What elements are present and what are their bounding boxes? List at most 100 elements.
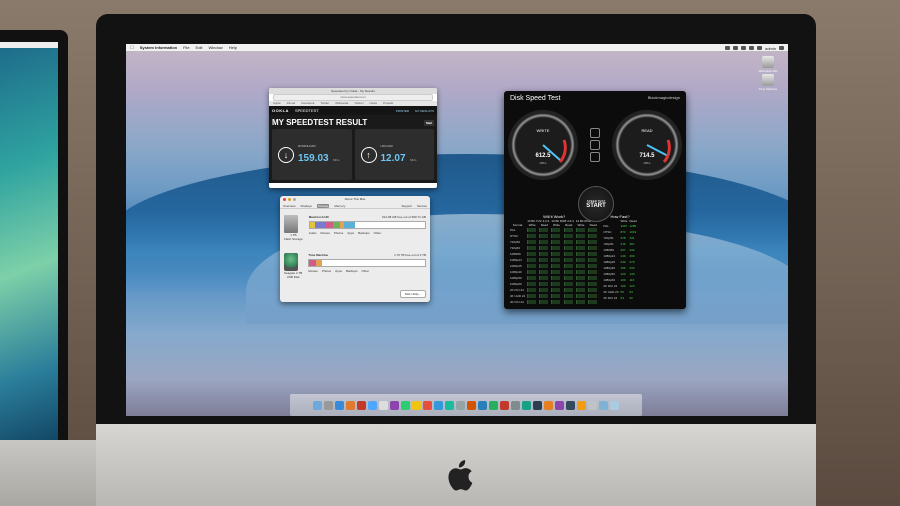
user-menu[interactable]: admin (765, 46, 776, 51)
check-icon (563, 234, 573, 238)
window-title: About This Mac (344, 197, 366, 201)
format-cell: 4K DCI 24 (510, 300, 524, 304)
disk-name: Macintosh HD (308, 215, 329, 219)
ookla-logo[interactable]: OOKLA (272, 108, 289, 113)
tab-displays[interactable]: Displays (301, 204, 312, 208)
dock-app-icon[interactable] (423, 400, 432, 410)
dock-app-icon[interactable] (544, 400, 553, 410)
status-icon[interactable] (725, 45, 731, 50)
desktop-icon-macintosh-hd[interactable]: Macintosh HD (758, 56, 778, 73)
dock-app-icon[interactable] (522, 400, 531, 410)
dock-app-icon[interactable] (335, 400, 344, 410)
dock-app-icon[interactable] (555, 400, 564, 410)
legend-item: Photos (333, 231, 344, 235)
check-icon (551, 282, 561, 286)
nav-link-printer[interactable]: PRINTER (396, 109, 409, 113)
disk-utility-button[interactable]: Disk Utility... (399, 290, 426, 298)
bookmark-item[interactable]: Apple (273, 101, 281, 106)
write-label: WRITE (536, 128, 550, 133)
check-icon (575, 228, 585, 232)
bookmark-item[interactable]: Facebook (301, 101, 314, 106)
volume-icon[interactable] (757, 45, 763, 50)
menu-item-file[interactable]: File (183, 45, 189, 50)
check-cell (538, 299, 550, 305)
dock-app-icon[interactable] (610, 400, 619, 410)
legend-item: Movies (320, 231, 330, 235)
dock-app-icon[interactable] (434, 400, 443, 410)
dock-app-icon[interactable] (500, 400, 509, 410)
tab-storage[interactable]: Storage (316, 203, 330, 208)
dock-app-icon[interactable] (489, 400, 498, 410)
dock-app-icon[interactable] (379, 400, 388, 410)
nav-link-my-results[interactable]: MY RESULTS (415, 109, 434, 113)
tab-memory[interactable]: Memory (334, 204, 345, 208)
speedtest-brand[interactable]: SPEEDTEST (295, 108, 319, 113)
result-headline: MY SPEEDTEST RESULT Mail (269, 115, 437, 129)
check-icon (563, 270, 573, 274)
dock-app-icon[interactable] (456, 400, 465, 410)
bookmark-item[interactable]: Popular (383, 101, 393, 106)
disk-free: 612.98 GB free out of 999.71 GB (382, 215, 426, 219)
start-button[interactable]: SPEED TEST START (578, 186, 614, 222)
menu-item-window[interactable]: Window (208, 45, 222, 50)
tab-overview[interactable]: Overview (283, 204, 296, 208)
bookmark-item[interactable]: Twitter (320, 101, 329, 106)
dock-app-icon[interactable] (533, 400, 542, 410)
status-icon[interactable] (733, 45, 739, 50)
dock-app-icon[interactable] (324, 400, 333, 410)
dock-app-icon[interactable] (346, 400, 355, 410)
write-gauge: WRITE 612.5 MB/s (508, 110, 578, 180)
tab-service[interactable]: Service (417, 204, 427, 208)
desktop-icon-time-machine[interactable]: Time Machine (758, 74, 778, 91)
url-field[interactable]: www.speedtest.net (273, 94, 433, 101)
menu-app-name[interactable]: System Information (140, 45, 177, 50)
menu-item-help[interactable]: Help (229, 45, 237, 50)
dock-app-icon[interactable] (511, 400, 520, 410)
bookmark-item[interactable]: Wikipedia (335, 101, 348, 106)
dock-app-icon[interactable] (390, 400, 399, 410)
dock-app-icon[interactable] (445, 400, 454, 410)
storage-segment (324, 222, 333, 228)
menu-bar:  System Information File Edit Window He… (126, 44, 788, 52)
disk-free: 1.76 TB free out of 2 TB (394, 253, 426, 257)
info-icon[interactable] (590, 152, 600, 162)
dock-app-icon[interactable] (313, 400, 322, 410)
dock-app-icon[interactable] (412, 400, 421, 410)
dock-app-icon[interactable] (577, 400, 586, 410)
check-icon (588, 228, 598, 232)
secondary-menubar (0, 42, 58, 48)
mail-button[interactable]: Mail (424, 119, 434, 126)
apple-menu-icon[interactable]:  (130, 45, 134, 51)
dock-app-icon[interactable] (478, 400, 487, 410)
read-label: READ (641, 128, 653, 133)
drive-select-icon[interactable] (590, 128, 600, 138)
dock-app-icon[interactable] (368, 400, 377, 410)
speedtest-browser-window: Speedtest by Ookla - My Results www.spee… (269, 88, 437, 188)
dock-app-icon[interactable] (357, 400, 366, 410)
table-header: Read (629, 219, 637, 223)
hard-drive-icon (284, 215, 298, 233)
dock-app-icon[interactable] (467, 400, 476, 410)
will-it-work-panel: Will it Work? 10 Bit YUV 4:2:2 10 Bit RGB… (509, 214, 599, 305)
check-icon (588, 276, 598, 280)
status-icon[interactable] (741, 45, 747, 50)
read-unit: MB/s (643, 161, 651, 165)
bookmark-item[interactable]: iCloud (287, 101, 296, 106)
check-icon (575, 270, 585, 274)
bookmark-item[interactable]: Yahoo! (354, 101, 363, 106)
wifi-icon[interactable] (749, 45, 755, 50)
storage-legend: Audio Movies Photos Apps Backups Other (309, 231, 426, 235)
tab-support[interactable]: Support (401, 204, 412, 208)
dock-app-icon[interactable] (401, 400, 410, 410)
bookmark-item[interactable]: News (370, 101, 378, 106)
storage-segment (316, 260, 323, 266)
settings-icon[interactable] (590, 140, 600, 150)
disk-header: Macintosh HD 612.98 GB free out of 999.7… (309, 215, 426, 219)
menu-item-edit[interactable]: Edit (196, 45, 203, 50)
check-icon (588, 282, 598, 286)
dock-app-icon[interactable] (566, 400, 575, 410)
dock-app-icon[interactable] (588, 400, 597, 410)
how-fast-table: Write Read PAL 1097 1280 NTSC 873 1019 720p50 378… (602, 219, 637, 301)
spotlight-icon[interactable] (779, 45, 784, 50)
dock-app-icon[interactable] (599, 400, 608, 410)
